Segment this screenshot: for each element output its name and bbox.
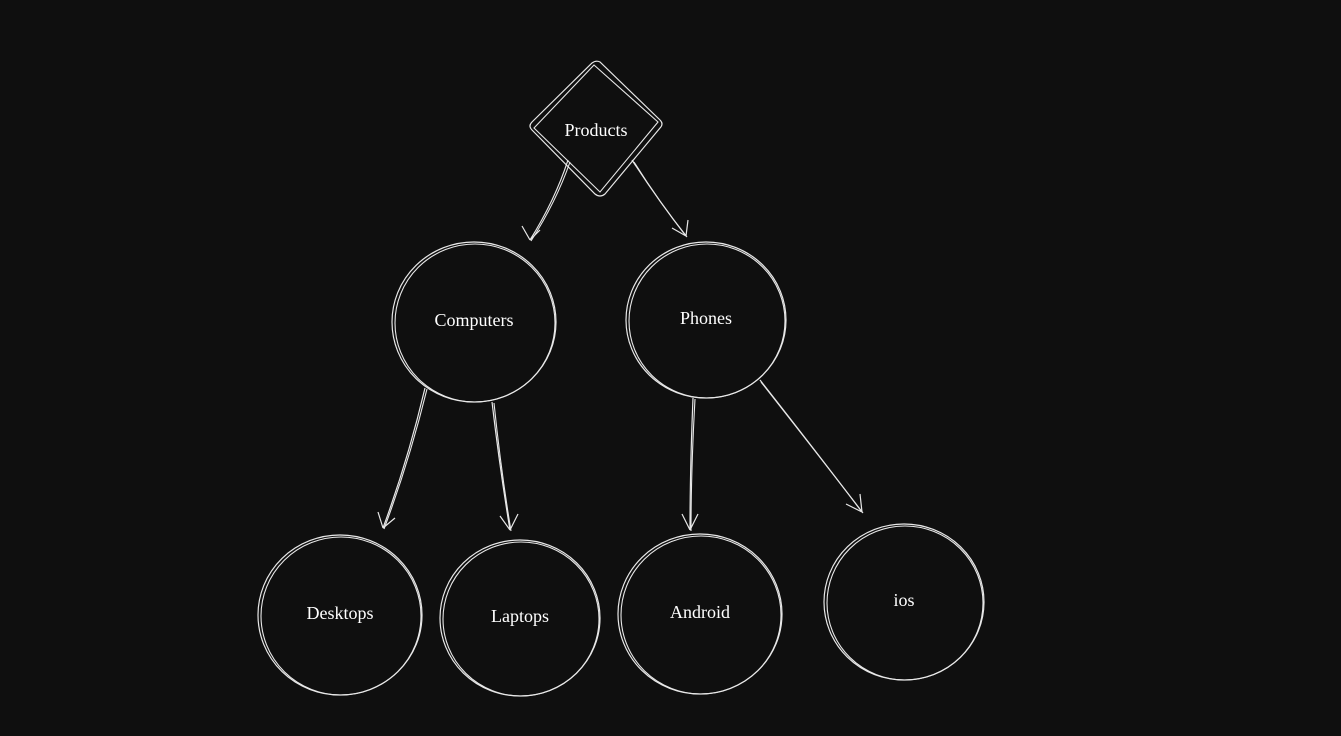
node-phones: Phones bbox=[626, 242, 786, 398]
edge-products-phones bbox=[632, 160, 688, 237]
node-ios: ios bbox=[824, 524, 984, 680]
node-ios-label: ios bbox=[893, 590, 914, 610]
node-android-label: Android bbox=[670, 602, 730, 622]
node-laptops: Laptops bbox=[440, 540, 600, 696]
node-products-label: Products bbox=[565, 120, 628, 140]
node-computers: Computers bbox=[392, 242, 556, 402]
hierarchy-diagram: Products Computers Phones bbox=[0, 0, 1341, 736]
node-desktops: Desktops bbox=[258, 535, 422, 695]
edge-computers-desktops bbox=[378, 388, 427, 529]
node-desktops-label: Desktops bbox=[307, 603, 374, 623]
edge-computers-laptops bbox=[492, 402, 518, 531]
node-laptops-label: Laptops bbox=[491, 606, 549, 626]
node-phones-label: Phones bbox=[680, 308, 732, 328]
edge-products-computers bbox=[522, 160, 570, 241]
node-android: Android bbox=[618, 534, 782, 694]
edge-phones-ios bbox=[760, 380, 863, 513]
edge-phones-android bbox=[682, 398, 698, 531]
node-computers-label: Computers bbox=[435, 310, 514, 330]
